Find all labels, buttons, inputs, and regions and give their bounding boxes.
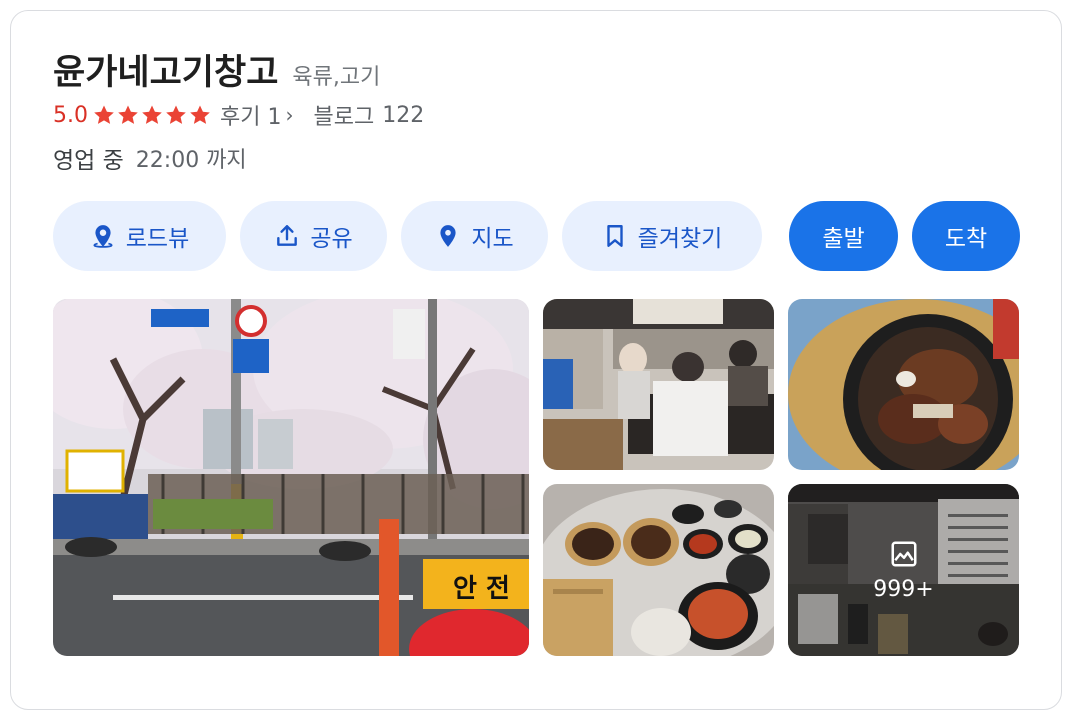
- photo-street-view[interactable]: 안 전: [53, 299, 529, 656]
- bookmark-label: 즐겨찾기: [637, 225, 723, 251]
- photo-more-gallery[interactable]: 999+: [788, 484, 1019, 656]
- blog-count: 122: [382, 102, 425, 128]
- more-photos-count: 999+: [873, 576, 934, 602]
- depart-button[interactable]: 출발: [789, 201, 898, 271]
- reviews-label: 후기 1: [220, 105, 282, 130]
- title-row: 윤가네고기창고 육류,고기: [53, 44, 380, 95]
- photo-grilled-meat[interactable]: [788, 299, 1019, 470]
- chevron-right-icon: ›: [285, 103, 294, 127]
- star-rating: [92, 103, 212, 127]
- open-status: 영업 중: [53, 148, 124, 174]
- star-icon: [166, 105, 186, 124]
- share-label: 공유: [310, 225, 353, 251]
- map-label: 지도: [471, 225, 514, 251]
- rating-value: 5.0: [53, 102, 88, 128]
- roadview-pin-icon: [93, 225, 113, 248]
- meat-photo-image: [788, 299, 1019, 470]
- bookmark-icon: [606, 225, 623, 247]
- star-icon: [142, 105, 162, 124]
- blog-label[interactable]: 블로그: [313, 99, 374, 131]
- star-icon: [94, 105, 114, 124]
- interior-photo-image: [543, 299, 774, 470]
- arrive-label: 도착: [944, 225, 988, 251]
- close-time: 22:00 까지: [135, 148, 247, 173]
- roadview-label: 로드뷰: [125, 225, 190, 251]
- rating-row: 5.0 후기 1 › 블로그 122: [53, 99, 424, 131]
- gallery-icon: [891, 541, 916, 566]
- place-category: 육류,고기: [292, 65, 381, 90]
- map-button[interactable]: 지도: [401, 201, 548, 271]
- svg-text:안 전: 안 전: [453, 574, 510, 604]
- hours-row: 영업 중 22:00 까지: [53, 141, 247, 175]
- more-photos-overlay[interactable]: 999+: [788, 484, 1019, 656]
- star-icon: [118, 105, 138, 124]
- table-photo-image: [543, 484, 774, 656]
- arrive-button[interactable]: 도착: [912, 201, 1020, 271]
- star-icon: [190, 105, 210, 124]
- reviews-link[interactable]: 후기 1 ›: [220, 99, 293, 131]
- roadview-button[interactable]: 로드뷰: [53, 201, 226, 271]
- share-icon: [277, 225, 298, 246]
- street-photo-image: 안 전: [53, 299, 529, 656]
- share-button[interactable]: 공유: [240, 201, 387, 271]
- bookmark-button[interactable]: 즐겨찾기: [562, 201, 762, 271]
- photo-table-spread[interactable]: [543, 484, 774, 656]
- photo-interior[interactable]: [543, 299, 774, 470]
- place-title[interactable]: 윤가네고기창고: [53, 44, 278, 95]
- map-pin-icon: [440, 225, 456, 247]
- depart-label: 출발: [822, 225, 865, 251]
